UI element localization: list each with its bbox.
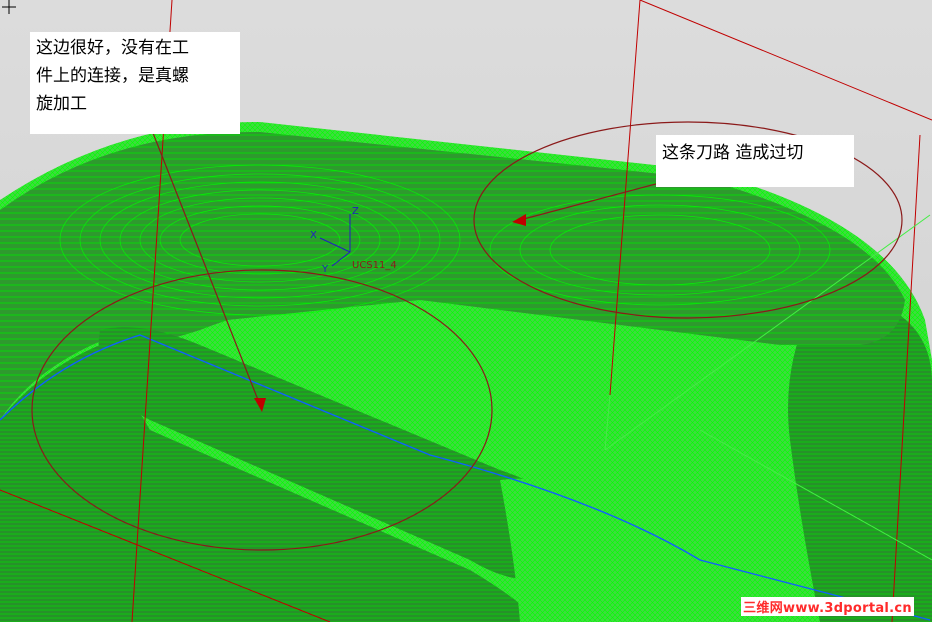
annotation-note-right: 这条刀路 造成过切 — [656, 135, 854, 187]
ucs-axis-x: X — [310, 230, 317, 241]
annotation-note-left: 这边很好，没有在工 件上的连接，是真螺 旋加工 — [30, 32, 240, 134]
site-watermark: 三维网www.3dportal.cn — [741, 597, 914, 616]
crosshair-cursor-icon — [2, 0, 16, 14]
ucs-axis-y: Y — [321, 264, 329, 275]
ucs-name-label: UCS11_4 — [352, 260, 397, 271]
cam-viewport[interactable]: Z X Y UCS11_4 这边很好，没有在工 件上的连接，是真螺 旋加工 这条… — [0, 0, 932, 622]
ucs-axis-z: Z — [352, 206, 359, 217]
